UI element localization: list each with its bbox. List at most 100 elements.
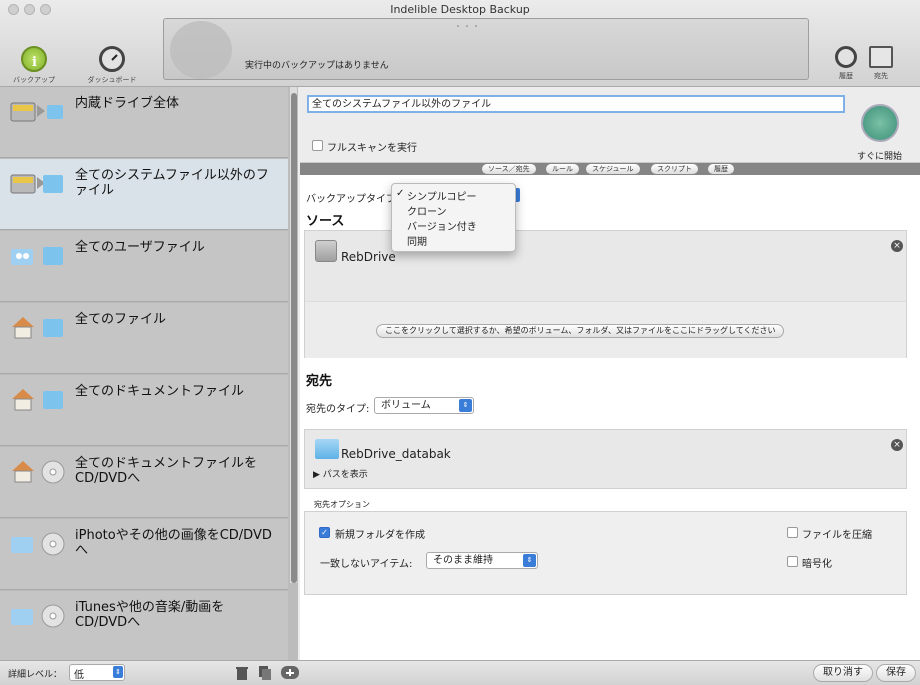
backup-set-label: 内蔵ドライブ全体 — [75, 96, 180, 111]
cancel-button[interactable]: 取り消す — [813, 664, 873, 682]
svg-text:i: i — [32, 55, 37, 70]
destination-type-value: ボリューム — [381, 400, 431, 411]
status-panel: ・・・ 実行中のバックアップはありません — [163, 18, 809, 80]
tab-scripts[interactable]: スクリプト — [651, 164, 698, 174]
show-path-toggle[interactable]: ▶ パスを表示 — [313, 467, 368, 480]
backup-type-menu: ✓ シンプルコピー クローン バージョン付き 同期 — [391, 183, 516, 252]
home-to-folder-icon — [12, 317, 63, 339]
speedometer-icon — [99, 46, 125, 72]
tab-rules[interactable]: ルール — [546, 164, 579, 174]
encrypt-checkbox[interactable] — [787, 556, 798, 567]
scroll-thumb[interactable] — [291, 93, 297, 583]
backup-set-label: iPhotoやその他の画像をCD/DVDへ — [75, 528, 272, 558]
backup-set-label: 全てのドキュメントファイル — [75, 384, 245, 399]
backup-set-item[interactable]: 内蔵ドライブ全体 — [0, 87, 288, 158]
add-icon[interactable] — [281, 666, 299, 679]
internal-drive-icon — [10, 102, 63, 122]
compress-checkbox[interactable] — [787, 527, 798, 538]
backup-set-detail: 全てのシステムファイル以外のファイル フルスキャンを実行 すぐに開始 ソース／宛… — [300, 87, 920, 660]
destination-options-title: 宛先オプション — [314, 500, 370, 509]
dashboard-toolbar-button[interactable]: ダッシュボード — [80, 46, 144, 85]
destination-toolbar-button[interactable]: 宛先 — [866, 46, 896, 81]
dashboard-toolbar-label: ダッシュボード — [87, 76, 137, 84]
app-window: Indelible Desktop Backup i バックアップ ダッシュボー… — [0, 0, 920, 685]
menu-item-sync[interactable]: 同期 — [407, 233, 427, 248]
new-folder-label: 新規フォルダを作成 — [335, 530, 425, 541]
destination-name: RebDrive_databak — [341, 447, 451, 461]
remove-destination-icon[interactable]: × — [891, 439, 903, 451]
indelible-logo-icon — [170, 21, 232, 79]
remove-source-icon[interactable]: × — [891, 240, 903, 252]
window-title: Indelible Desktop Backup — [390, 3, 530, 16]
bottom-bar: 詳細レベル： 低 ⇕ 取り消す 保存 — [0, 660, 920, 685]
backup-set-item[interactable]: iTunesや他の音楽/動画をCD/DVDへ — [0, 591, 288, 660]
tab-schedule[interactable]: スケジュール — [586, 164, 640, 174]
destination-options: ✓ 新規フォルダを作成 一致しないアイテム: そのまま維持 ⇕ ファイルを圧縮 … — [304, 511, 907, 595]
status-progress-dots: ・・・ — [454, 22, 481, 31]
sidebar-scrollbar[interactable] — [289, 87, 297, 583]
mismatch-select[interactable]: そのまま維持 ⇕ — [426, 552, 538, 569]
toolbar: Indelible Desktop Backup i バックアップ ダッシュボー… — [0, 0, 920, 87]
photos-to-disc-icon — [11, 532, 65, 556]
detail-level-value: 低 — [74, 670, 84, 681]
backup-set-label: 全てのドキュメントファイルをCD/DVDへ — [75, 456, 258, 486]
menu-item-versioned[interactable]: バージョン付き — [407, 218, 477, 233]
detail-level-label: 詳細レベル： — [8, 670, 63, 680]
destination-section-title: 宛先 — [306, 374, 333, 389]
new-folder-checkbox[interactable]: ✓ — [319, 527, 330, 538]
detail-level-select[interactable]: 低 ⇕ — [69, 664, 125, 681]
users-to-folder-icon — [11, 247, 63, 265]
backup-toolbar-label: バックアップ — [13, 76, 55, 84]
tab-history[interactable]: 履歴 — [708, 164, 734, 174]
set-name-input[interactable]: 全てのシステムファイル以外のファイル — [307, 95, 845, 113]
music-to-disc-icon — [11, 604, 65, 628]
backup-set-label: iTunesや他の音楽/動画をCD/DVDへ — [75, 600, 225, 630]
destination-drop-area[interactable]: RebDrive_databak ▶ パスを表示 × — [304, 429, 907, 489]
backup-set-item[interactable]: 全てのドキュメントファイルをCD/DVDへ — [0, 447, 288, 518]
trash-icon[interactable] — [236, 666, 248, 680]
backup-set-label: 全てのユーザファイル — [75, 240, 205, 255]
backup-type-label: バックアップタイプ: — [306, 194, 400, 205]
source-section-title: ソース — [306, 214, 345, 229]
source-hint-area: ここをクリックして選択するか、希望のボリューム、フォルダ、又はファイルをここにド… — [305, 301, 906, 358]
home-to-disc-icon — [12, 460, 65, 484]
backup-set-item[interactable]: iPhotoやその他の画像をCD/DVDへ — [0, 519, 288, 590]
chevron-updown-icon: ⇕ — [113, 666, 123, 678]
full-scan-label: フルスキャンを実行 — [327, 143, 417, 154]
start-now-label[interactable]: すぐに開始 — [857, 149, 902, 162]
duplicate-icon[interactable] — [259, 666, 271, 680]
tab-source-destination[interactable]: ソース／宛先 — [482, 164, 536, 174]
destination-toolbar-label: 宛先 — [874, 72, 888, 80]
backup-toolbar-button[interactable]: i バックアップ — [8, 46, 60, 85]
folder-icon — [315, 439, 339, 459]
select-source-button[interactable]: ここをクリックして選択するか、希望のボリューム、フォルダ、又はファイルをここにド… — [376, 324, 785, 338]
status-text: 実行中のバックアップはありません — [245, 61, 389, 71]
backup-set-list: 内蔵ドライブ全体 全てのシステムファイル以外のファイル 全てのユーザファイル 全… — [0, 87, 298, 660]
box-icon — [869, 46, 893, 68]
detail-header: 全てのシステムファイル以外のファイル フルスキャンを実行 すぐに開始 — [300, 87, 920, 163]
compress-label: ファイルを圧縮 — [802, 530, 872, 541]
backup-set-item[interactable]: 全てのファイル — [0, 303, 288, 374]
save-button[interactable]: 保存 — [876, 664, 916, 682]
history-toolbar-label: 履歴 — [839, 72, 853, 80]
backup-set-label: 全てのファイル — [75, 312, 167, 327]
history-toolbar-button[interactable]: 履歴 — [832, 46, 860, 81]
menu-item-clone[interactable]: クローン — [407, 203, 447, 218]
mismatch-label: 一致しないアイテム: — [320, 559, 413, 570]
destination-type-label: 宛先のタイプ: — [306, 404, 370, 415]
hard-drive-icon — [315, 240, 337, 262]
checkmark-icon: ✓ — [396, 188, 405, 199]
full-scan-checkbox[interactable] — [312, 140, 323, 151]
menu-item-simple-copy[interactable]: シンプルコピー — [407, 188, 477, 203]
backup-icon: i — [21, 46, 47, 72]
backup-set-item-selected[interactable]: 全てのシステムファイル以外のファイル — [0, 159, 288, 230]
drive-to-folder-icon — [10, 174, 63, 194]
backup-set-label: 全てのシステムファイル以外のファイル — [75, 168, 269, 198]
backup-set-item[interactable]: 全てのドキュメントファイル — [0, 375, 288, 446]
mismatch-value: そのまま維持 — [433, 555, 493, 566]
source-drive-name: RebDrive — [341, 250, 396, 264]
backup-set-item[interactable]: 全てのユーザファイル — [0, 231, 288, 302]
destination-type-select[interactable]: ボリューム ⇕ — [374, 397, 474, 414]
start-now-icon[interactable] — [861, 104, 899, 142]
encrypt-label: 暗号化 — [802, 559, 832, 570]
